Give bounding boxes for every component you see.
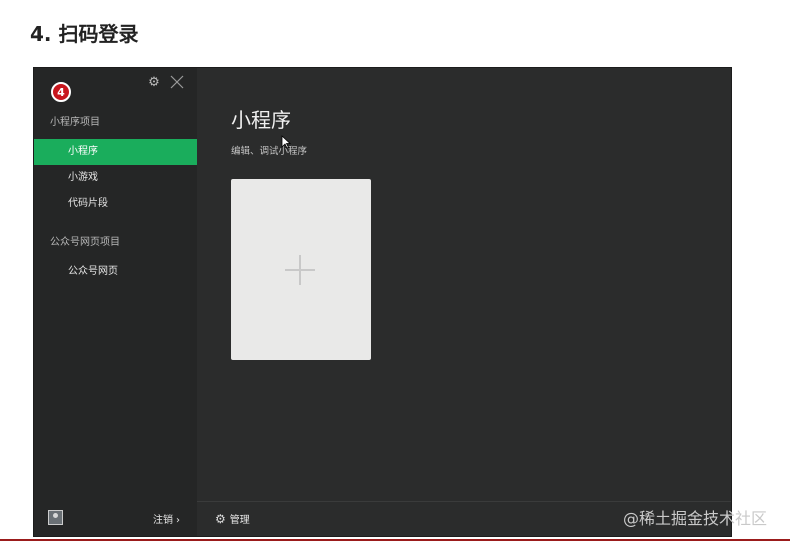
devtools-window: 4 ⚙ 小程序项目 小程序 小游戏 代码片段 公众号网页项目 公众号网页 注销 ›… <box>33 67 732 537</box>
manage-button[interactable]: ⚙ 管理 <box>215 511 250 527</box>
page-title: 小程序 <box>231 108 291 132</box>
main-panel: 小程序 编辑、调试小程序 ⚙ 管理 <box>197 68 731 536</box>
step-badge: 4 <box>51 82 71 102</box>
logout-button[interactable]: 注销 › <box>153 511 180 526</box>
mouse-cursor-icon <box>281 135 291 149</box>
manage-label: 管理 <box>229 515 250 526</box>
page-subtitle: 编辑、调试小程序 <box>231 146 308 157</box>
settings-gear-icon[interactable]: ⚙ <box>147 76 161 90</box>
sidebar-item-minigame[interactable]: 小游戏 <box>34 165 197 191</box>
avatar[interactable] <box>48 510 63 525</box>
logout-label: 注销 <box>153 515 173 526</box>
new-project-card[interactable] <box>231 179 371 360</box>
sidebar-footer: 注销 › <box>34 502 197 536</box>
section-miniprogram-projects: 小程序项目 <box>50 117 100 128</box>
watermark: @稀土掘金技术社区 <box>623 509 768 528</box>
sidebar: 4 ⚙ 小程序项目 小程序 小游戏 代码片段 公众号网页项目 公众号网页 注销 › <box>34 68 197 536</box>
gear-icon: ⚙ <box>215 511 226 526</box>
plus-icon <box>285 255 315 285</box>
sidebar-item-code-snippet[interactable]: 代码片段 <box>34 191 197 217</box>
close-icon[interactable] <box>168 73 186 91</box>
sidebar-item-miniprogram[interactable]: 小程序 <box>34 139 197 165</box>
chevron-right-icon: › <box>176 515 180 526</box>
bottom-divider <box>0 539 790 541</box>
sidebar-item-official-account-web[interactable]: 公众号网页 <box>34 259 197 285</box>
slide-title: 4. 扫码登录 <box>30 22 139 46</box>
section-official-account-projects: 公众号网页项目 <box>50 237 120 248</box>
